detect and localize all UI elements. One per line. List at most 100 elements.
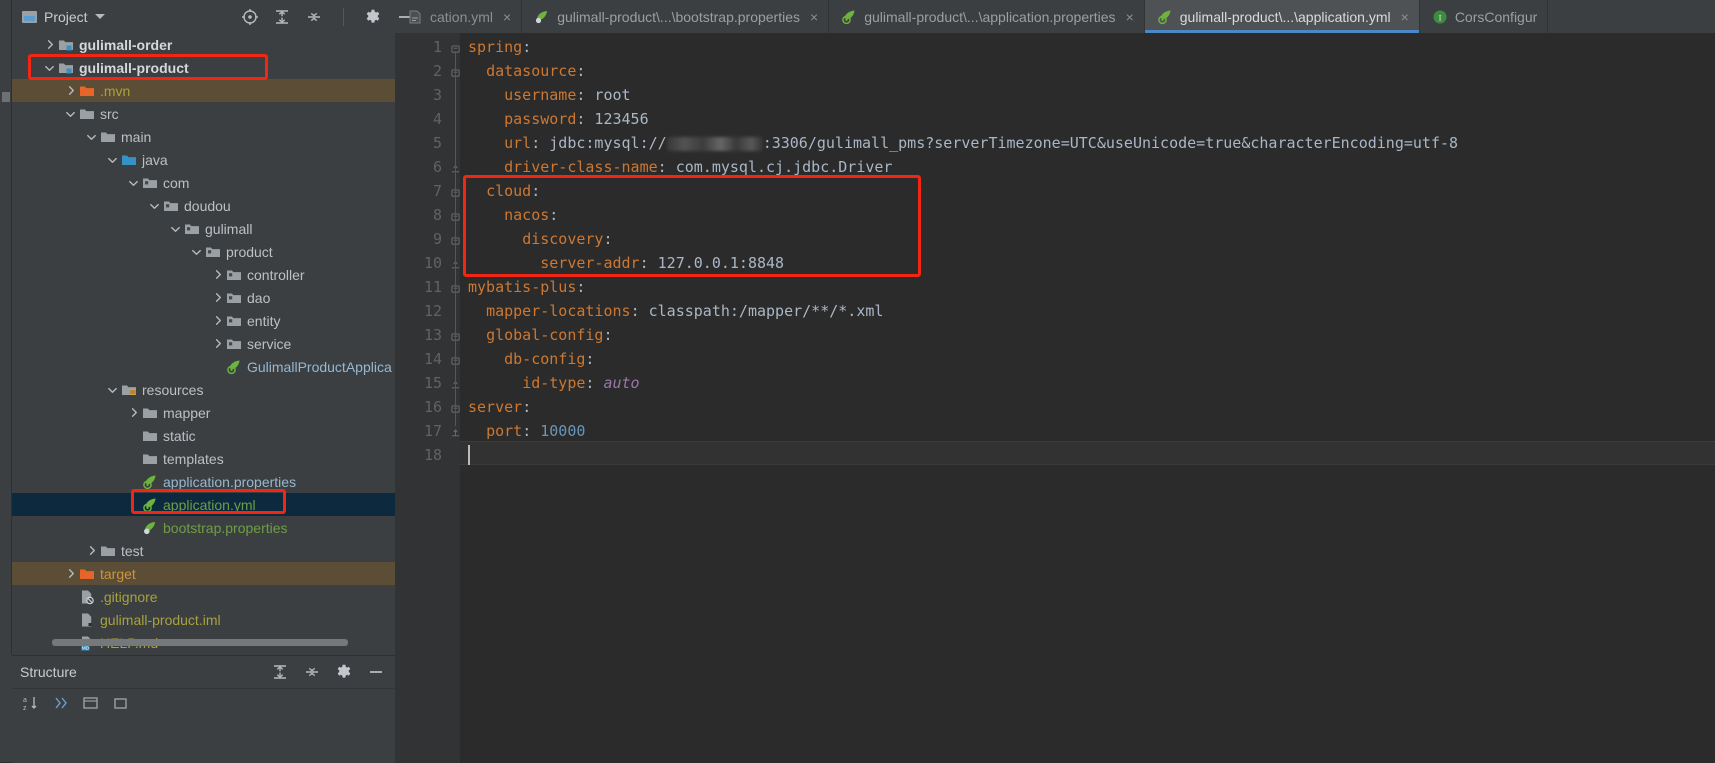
editor-code-area[interactable]: spring: datasource: username: root passw… [460,33,1715,763]
tree-node-gulimallproductapplica[interactable]: GulimallProductApplica [12,355,395,378]
editor-tab-bootstrap-properties[interactable]: gulimall-product\...\bootstrap.propertie… [522,0,830,33]
code-line-13[interactable]: global-config: [468,323,612,347]
code-line-7[interactable]: cloud: [468,179,540,203]
tree-node-static[interactable]: static [12,424,395,447]
code-line-15[interactable]: id-type: auto [468,371,639,395]
svg-text:z: z [23,705,27,712]
yaml-value: 10000 [531,422,586,440]
expand-all-icon[interactable] [273,8,291,26]
editor-tab-corsconfig[interactable]: I CorsConfigur [1420,0,1549,33]
chevron-right-icon[interactable] [211,337,224,350]
editor-tab-application-properties[interactable]: gulimall-product\...\application.propert… [829,0,1145,33]
chevron-right-icon[interactable] [211,268,224,281]
tree-node-mapper[interactable]: mapper [12,401,395,424]
tree-node-label: service [247,335,292,352]
tree-node-target[interactable]: target [12,562,395,585]
show-fields-icon[interactable] [82,694,100,712]
code-line-3[interactable]: username: root [468,83,630,107]
tree-node-src[interactable]: src [12,102,395,125]
tree-node-entity[interactable]: entity [12,309,395,332]
chevron-down-icon[interactable] [169,222,182,235]
close-icon[interactable]: × [503,10,511,24]
chevron-down-icon[interactable] [94,14,105,19]
tree-node-dao[interactable]: dao [12,286,395,309]
tree-node-service[interactable]: service [12,332,395,355]
tree-horizontal-scrollbar[interactable] [52,639,348,646]
expand-all-icon[interactable] [271,663,289,681]
tree-node-gulimall[interactable]: gulimall [12,217,395,240]
chevron-right-icon[interactable] [211,291,224,304]
gear-icon[interactable] [335,663,353,681]
code-editor[interactable]: spring: datasource: username: root passw… [395,33,1715,763]
tree-node-gulimall-product-iml[interactable]: gulimall-product.iml [12,608,395,631]
tree-node-gitignore[interactable]: .gitignore [12,585,395,608]
project-tree[interactable]: gulimall-order gulimall-product .mvn src mai… [12,33,395,653]
chevron-down-icon[interactable] [148,199,161,212]
chevron-right-icon[interactable] [127,406,140,419]
code-line-2[interactable]: datasource: [468,59,585,83]
locate-target-icon[interactable] [241,8,259,26]
code-line-9[interactable]: discovery: [468,227,612,251]
sort-by-visibility-icon[interactable] [52,694,70,712]
toolbar-divider [342,7,344,26]
editor-tab-application-yml[interactable]: gulimall-product\...\application.yml × [1144,0,1420,33]
tree-node-label: static [163,427,196,444]
chevron-right-icon[interactable] [64,84,77,97]
tree-node-test[interactable]: test [12,539,395,562]
chevron-right-icon[interactable] [43,38,56,51]
tree-node-resources[interactable]: resources [12,378,395,401]
code-line-17[interactable]: port: 10000 [468,419,585,443]
tree-node-main[interactable]: main [12,125,395,148]
tree-node-doudou[interactable]: doudou [12,194,395,217]
close-icon[interactable]: × [1401,10,1409,24]
spring-leaf-icon [144,521,155,534]
minimize-icon[interactable] [367,663,385,681]
code-line-16[interactable]: server: [468,395,531,419]
code-line-1[interactable]: spring: [468,35,531,59]
chevron-right-icon[interactable] [211,314,224,327]
project-view-selector[interactable]: Project [12,0,113,33]
tree-node-templates[interactable]: templates [12,447,395,470]
tree-arrow-placeholder [64,590,77,603]
tree-node-application-yml[interactable]: application.yml [12,493,395,516]
close-icon[interactable]: × [810,10,818,24]
yaml-key: mapper-locations [486,302,631,320]
code-line-4[interactable]: password: 123456 [468,107,649,131]
code-line-5[interactable]: url: jdbc:mysql://:3306/gulimall_pms?ser… [468,131,1458,155]
chevron-down-icon[interactable] [127,176,140,189]
tree-node-product[interactable]: product [12,240,395,263]
chevron-down-icon[interactable] [64,107,77,120]
fold-end-icon[interactable] [451,426,460,437]
tree-node-gulimall-order[interactable]: gulimall-order [12,33,395,56]
yml-file-icon [407,9,423,25]
show-properties-icon[interactable] [112,694,130,712]
tree-node-java[interactable]: java [12,148,395,171]
code-line-12[interactable]: mapper-locations: classpath:/mapper/**/*… [468,299,883,323]
tree-node-controller[interactable]: controller [12,263,395,286]
code-line-14[interactable]: db-config: [468,347,594,371]
tree-node-com[interactable]: com [12,171,395,194]
code-line-10[interactable]: server-addr: 127.0.0.1:8848 [468,251,784,275]
code-line-8[interactable]: nacos: [468,203,558,227]
chevron-down-icon[interactable] [85,130,98,143]
collapse-all-icon[interactable] [305,8,323,26]
chevron-down-icon[interactable] [106,383,119,396]
close-icon[interactable]: × [1126,10,1134,24]
tree-node-gulimall-product[interactable]: gulimall-product [12,56,395,79]
collapse-all-icon[interactable] [303,663,321,681]
chevron-down-icon[interactable] [190,245,203,258]
editor-tab-cation-yml[interactable]: cation.yml × [395,0,523,33]
chevron-right-icon[interactable] [85,544,98,557]
code-line-6[interactable]: driver-class-name: com.mysql.cj.jdbc.Dri… [468,155,892,179]
sort-alphabetically-icon[interactable]: az [22,694,40,712]
tree-node-mvn[interactable]: .mvn [12,79,395,102]
gitignore-file-icon [82,590,94,604]
tree-arrow-placeholder [127,498,140,511]
tree-node-application-properties[interactable]: application.properties [12,470,395,493]
chevron-down-icon[interactable] [106,153,119,166]
gear-icon[interactable] [364,8,382,26]
code-line-11[interactable]: mybatis-plus: [468,275,585,299]
tree-node-bootstrap-properties[interactable]: bootstrap.properties [12,516,395,539]
chevron-down-icon[interactable] [43,61,56,74]
chevron-right-icon[interactable] [64,567,77,580]
